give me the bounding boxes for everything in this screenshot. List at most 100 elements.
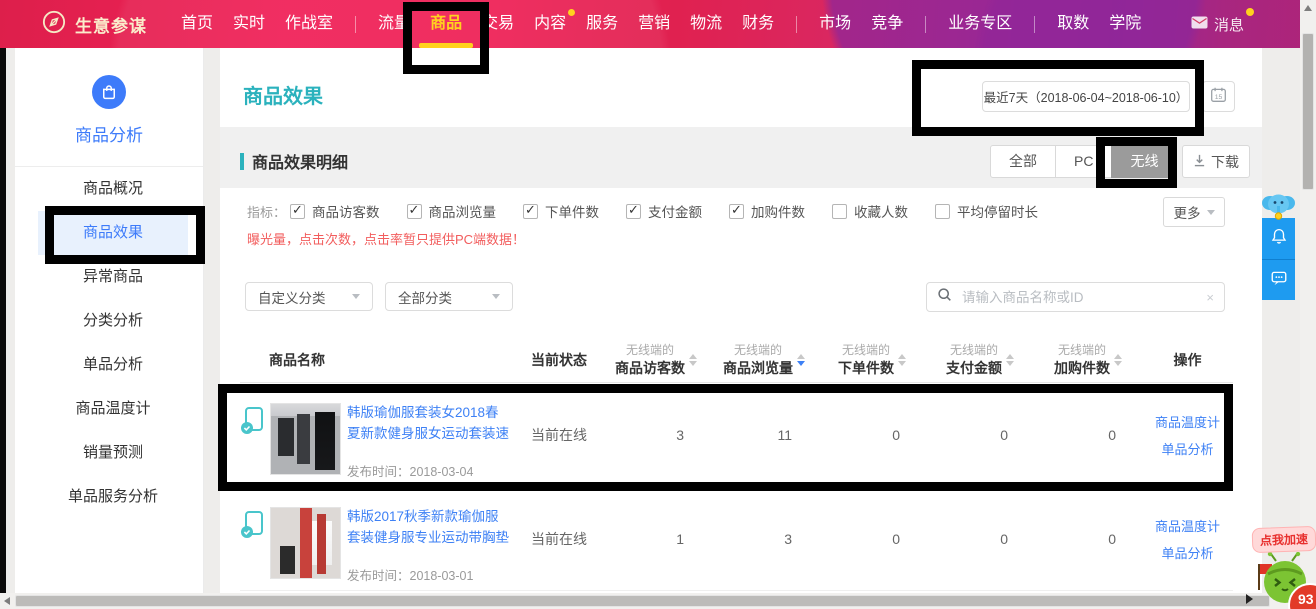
metric-pageviews[interactable]: 商品浏览量: [407, 201, 497, 221]
sort-control[interactable]: [797, 354, 805, 366]
publish-date: 发布时间：2018-03-04: [347, 461, 512, 480]
collapse-arrow-icon[interactable]: [1246, 594, 1253, 604]
bell-icon: [1270, 227, 1288, 250]
sort-control[interactable]: [1006, 354, 1014, 366]
checkbox[interactable]: [523, 204, 538, 219]
calendar-button[interactable]: 15: [1202, 81, 1235, 112]
sidebar-item-product-thermometer[interactable]: 商品温度计: [38, 387, 188, 431]
metric-cart-adds[interactable]: 加购件数: [729, 201, 805, 221]
nav-item-marketing[interactable]: 营销: [628, 0, 680, 48]
chat-bubble-icon: [1270, 269, 1288, 292]
orders-value: 0: [818, 427, 926, 443]
product-info: 韩版瑜伽服套装女2018春夏新款健身服女运动套装速干晨跑服四 发布时间：2018…: [347, 403, 512, 480]
tab-all[interactable]: 全部: [990, 145, 1056, 178]
sidebar-item-product-overview[interactable]: 商品概况: [38, 167, 188, 211]
col-payment: 无线端的支付金额: [926, 342, 1034, 377]
visitors-value: 1: [602, 531, 710, 547]
notification-dot: [1246, 8, 1254, 16]
nav-item-service[interactable]: 服务: [576, 0, 628, 48]
horizontal-scrollbar[interactable]: [0, 593, 1300, 609]
nav-item-merchandise[interactable]: 商品: [420, 0, 472, 48]
visitors-value: 3: [602, 427, 710, 443]
tab-pc[interactable]: PC: [1055, 145, 1112, 178]
nav-item-logistics[interactable]: 物流: [680, 0, 732, 48]
checkbox[interactable]: [729, 204, 744, 219]
metrics-label: 指标：: [247, 202, 286, 221]
checkbox[interactable]: [832, 204, 847, 219]
section-accent-bar: [240, 153, 244, 170]
search-input[interactable]: [960, 289, 1206, 306]
nav-divider: [355, 16, 356, 33]
sidebar-item-abnormal-products[interactable]: 异常商品: [38, 255, 188, 299]
col-current-status: 当前状态: [512, 350, 602, 370]
pc-data-note: 曝光量，点击次数，点击率暂只提供PC端数据！: [247, 229, 525, 248]
product-cell: 韩版2017秋季新款瑜伽服套装健身服专业运动带胸垫显瘦套装健 发布时间：2018…: [240, 487, 512, 590]
feedback-button[interactable]: [1262, 259, 1295, 300]
download-button[interactable]: 下载: [1182, 145, 1250, 178]
horizontal-scroll-thumb[interactable]: [15, 595, 1270, 607]
nav-item-traffic[interactable]: 流量: [368, 0, 420, 48]
vertical-scrollbar[interactable]: [1300, 0, 1316, 609]
bag-icon: [92, 75, 126, 109]
metric-stay-duration[interactable]: 平均停留时长: [935, 201, 1038, 221]
metric-favorites[interactable]: 收藏人数: [832, 201, 908, 221]
checkbox[interactable]: [935, 204, 950, 219]
nav-item-competition[interactable]: 竞争: [861, 0, 913, 48]
nav-item-academy[interactable]: 学院: [1099, 0, 1151, 48]
single-analysis-link[interactable]: 单品分析: [1161, 543, 1213, 562]
nav-item-content[interactable]: 内容: [524, 0, 576, 48]
date-range-picker[interactable]: 最近7天（2018-06-04~2018-06-10）: [982, 81, 1190, 112]
nav-item-home[interactable]: 首页: [171, 0, 223, 48]
nav-item-realtime[interactable]: 实时: [223, 0, 275, 48]
sidebar-item-single-item-analysis[interactable]: 单品分析: [38, 343, 188, 387]
nav-item-data-fetch[interactable]: 取数: [1047, 0, 1099, 48]
vertical-scroll-thumb[interactable]: [1302, 33, 1314, 190]
table-row: 韩版2017秋季新款瑜伽服套装健身服专业运动带胸垫显瘦套装健 发布时间：2018…: [240, 487, 1233, 591]
accelerate-bubble[interactable]: 点我加速: [1252, 526, 1316, 553]
sort-control[interactable]: [1114, 354, 1122, 366]
product-title-link[interactable]: 韩版2017秋季新款瑜伽服套装健身服专业运动带胸垫显瘦套装健: [347, 507, 512, 550]
brand[interactable]: 生意参谋: [42, 10, 147, 39]
sort-control[interactable]: [689, 354, 697, 366]
nav-item-business-zone[interactable]: 业务专区: [938, 0, 1022, 48]
clear-icon[interactable]: ×: [1206, 290, 1214, 305]
checkbox[interactable]: [407, 204, 422, 219]
all-category-dropdown[interactable]: 全部分类: [385, 282, 513, 311]
checkbox[interactable]: [290, 204, 305, 219]
tab-wireless[interactable]: 无线: [1111, 145, 1177, 178]
scroll-up-arrow-icon[interactable]: [1304, 5, 1312, 11]
app-window: 生意参谋 首页 实时 作战室 流量 商品 交易 内容 服务 营销 物流 财务 市…: [0, 0, 1316, 609]
product-title-link[interactable]: 韩版瑜伽服套装女2018春夏新款健身服女运动套装速干晨跑服四: [347, 403, 512, 446]
checkbox[interactable]: [626, 204, 641, 219]
metric-orders[interactable]: 下单件数: [523, 201, 599, 221]
metric-visitors[interactable]: 商品访客数: [290, 201, 380, 221]
pageviews-value: 3: [710, 531, 818, 547]
custom-category-dropdown[interactable]: 自定义分类: [245, 282, 373, 311]
nav-item-trade[interactable]: 交易: [472, 0, 524, 48]
product-image[interactable]: [270, 403, 341, 475]
sidebar-item-sales-forecast[interactable]: 销量预测: [38, 431, 188, 475]
single-analysis-link[interactable]: 单品分析: [1161, 439, 1213, 458]
nav-item-finance[interactable]: 财务: [732, 0, 784, 48]
scroll-left-arrow-icon[interactable]: [4, 597, 10, 605]
sidebar-item-category-analysis[interactable]: 分类分析: [38, 299, 188, 343]
col-visitors: 无线端的商品访客数: [602, 342, 710, 377]
metric-payment[interactable]: 支付金额: [626, 201, 702, 221]
sidebar: 商品分析 商品概况 商品效果 异常商品 分类分析 单品分析 商品温度计 销量预测…: [15, 48, 204, 593]
floating-toolbar: [1262, 218, 1295, 300]
left-edge-strip: [0, 48, 6, 593]
nav-item-market[interactable]: 市场: [809, 0, 861, 48]
payment-value: 0: [926, 531, 1034, 547]
mobile-online-icon: [240, 407, 264, 440]
nav-item-warroom[interactable]: 作战室: [275, 0, 343, 48]
thermometer-link[interactable]: 商品温度计: [1155, 412, 1220, 431]
thermometer-link[interactable]: 商品温度计: [1155, 516, 1220, 535]
actions-cell: 商品温度计 单品分析: [1142, 412, 1233, 458]
metrics-row: 指标： 商品访客数 商品浏览量 下单件数 支付金额 加购件数: [247, 201, 1065, 221]
product-image[interactable]: [270, 507, 341, 579]
nav-message[interactable]: 消息: [1191, 14, 1244, 35]
sort-control[interactable]: [898, 354, 906, 366]
sidebar-item-service-analysis[interactable]: 单品服务分析: [38, 475, 188, 519]
sidebar-item-product-effect[interactable]: 商品效果: [38, 211, 188, 255]
more-button[interactable]: 更多: [1163, 197, 1225, 227]
